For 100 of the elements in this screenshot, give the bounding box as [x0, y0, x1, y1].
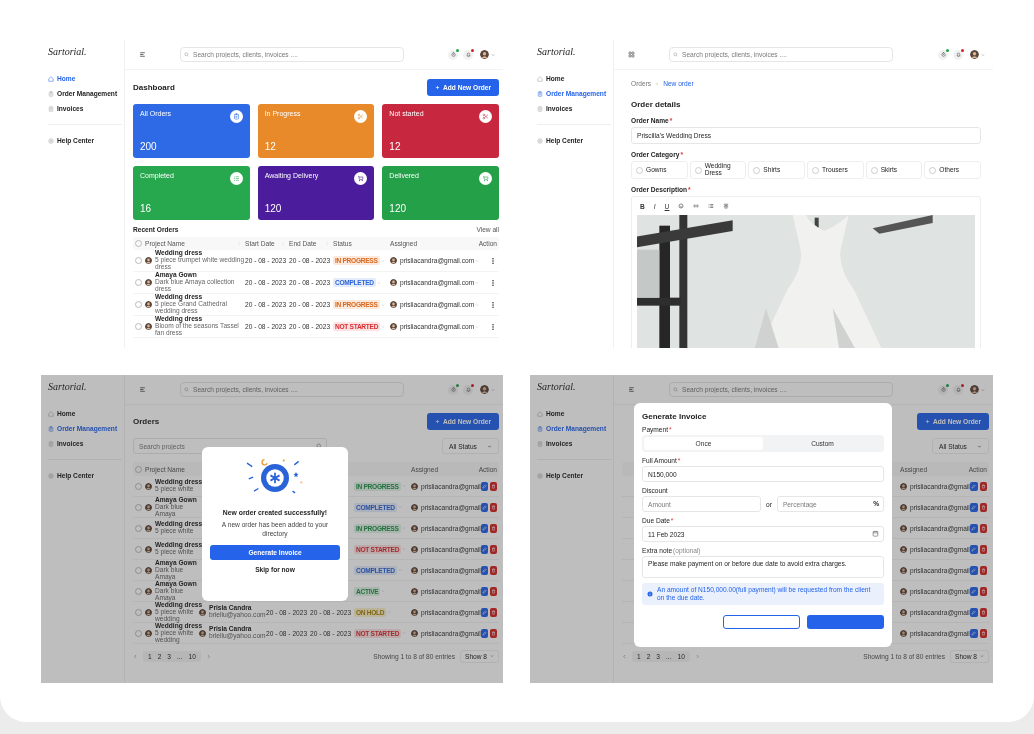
timer-button[interactable]	[938, 384, 948, 395]
avatar	[145, 503, 152, 511]
menu-icon[interactable]	[139, 51, 146, 58]
search-icon	[184, 52, 189, 57]
align-icon[interactable]	[723, 203, 730, 209]
avatar	[145, 524, 152, 532]
bell-icon	[465, 52, 471, 57]
avatar	[145, 279, 152, 286]
notification-button[interactable]	[953, 384, 963, 395]
emoji-icon[interactable]	[678, 203, 685, 209]
notification-dot	[471, 383, 474, 387]
edit-button[interactable]	[970, 565, 978, 575]
pencil-icon	[971, 546, 977, 552]
edit-button[interactable]	[970, 544, 978, 554]
trash-icon	[980, 567, 986, 573]
avatar	[480, 385, 489, 394]
edit-button[interactable]	[481, 607, 488, 617]
caret-icon	[487, 443, 492, 449]
edit-button[interactable]	[481, 481, 488, 491]
page-title: Dashboard	[133, 83, 175, 92]
delete-button[interactable]	[979, 481, 987, 491]
avatar	[390, 301, 397, 308]
info-icon	[647, 591, 653, 598]
avatar	[411, 482, 418, 490]
delete-button[interactable]	[979, 586, 987, 596]
delete-button[interactable]	[979, 544, 987, 554]
home-icon	[537, 410, 543, 417]
trash-icon	[980, 588, 986, 594]
delete-button[interactable]	[490, 607, 497, 617]
edit-button[interactable]	[970, 523, 978, 533]
trash-icon	[980, 525, 986, 531]
delete-button[interactable]	[979, 502, 987, 512]
notification-dot	[946, 48, 949, 52]
delete-button[interactable]	[490, 481, 497, 491]
more-icon[interactable]	[489, 322, 497, 331]
help-icon	[48, 137, 54, 144]
secondary-button[interactable]	[723, 615, 800, 630]
stat-value: 16	[140, 203, 153, 214]
delete-button[interactable]	[490, 544, 497, 554]
edit-button[interactable]	[481, 502, 488, 512]
delete-button[interactable]	[490, 565, 497, 575]
delete-button[interactable]	[490, 628, 497, 638]
pencil-icon	[482, 609, 487, 615]
delete-button[interactable]	[979, 523, 987, 533]
edit-button[interactable]	[481, 565, 488, 575]
delete-button[interactable]	[979, 628, 987, 638]
delete-button[interactable]	[979, 565, 987, 575]
pencil-icon	[482, 483, 487, 489]
timer-button[interactable]	[448, 384, 458, 395]
plus-icon	[435, 85, 440, 90]
timer-button[interactable]	[938, 49, 948, 60]
pencil-icon	[971, 567, 977, 573]
plus-icon	[435, 419, 440, 424]
notification-button[interactable]	[463, 384, 473, 395]
edit-button[interactable]	[970, 607, 978, 617]
pencil-icon	[482, 504, 487, 510]
edit-button[interactable]	[970, 502, 978, 512]
edit-button[interactable]	[481, 586, 488, 596]
clipboard-icon	[48, 90, 54, 97]
menu-icon[interactable]	[139, 386, 146, 393]
trash-icon	[491, 567, 496, 573]
trash-icon	[980, 630, 986, 636]
delete-button[interactable]	[490, 586, 497, 596]
trash-icon	[491, 546, 496, 552]
primary-button[interactable]	[807, 615, 884, 630]
avatar	[390, 279, 397, 286]
avatar	[145, 629, 152, 637]
home-icon	[537, 75, 543, 82]
avatar	[970, 50, 979, 59]
link-icon[interactable]	[693, 203, 700, 209]
more-icon[interactable]	[489, 300, 497, 309]
avatar	[900, 482, 907, 490]
trash-icon	[491, 588, 496, 594]
edit-button[interactable]	[970, 628, 978, 638]
plus-icon	[925, 419, 930, 424]
notification-button[interactable]	[463, 49, 473, 60]
home-icon	[48, 75, 54, 82]
timer-button[interactable]	[448, 49, 458, 60]
more-icon[interactable]	[489, 278, 497, 287]
delete-button[interactable]	[490, 502, 497, 512]
pencil-icon	[482, 588, 487, 594]
grid-icon[interactable]	[628, 51, 635, 58]
avatar	[145, 257, 152, 264]
edit-button[interactable]	[970, 586, 978, 596]
edit-button[interactable]	[481, 628, 488, 638]
list-icon[interactable]	[708, 203, 715, 209]
calendar-icon[interactable]	[872, 530, 879, 537]
delete-button[interactable]	[490, 523, 497, 533]
menu-icon[interactable]	[628, 386, 635, 393]
edit-button[interactable]	[970, 481, 978, 491]
edit-button[interactable]	[481, 523, 488, 533]
avatar	[900, 566, 907, 574]
avatar	[900, 629, 907, 637]
notification-button[interactable]	[953, 49, 963, 60]
edit-button[interactable]	[481, 544, 488, 554]
scissors-icon	[479, 110, 492, 123]
pencil-icon	[971, 588, 977, 594]
more-icon[interactable]	[489, 256, 497, 265]
pencil-icon	[482, 567, 487, 573]
delete-button[interactable]	[979, 607, 987, 617]
